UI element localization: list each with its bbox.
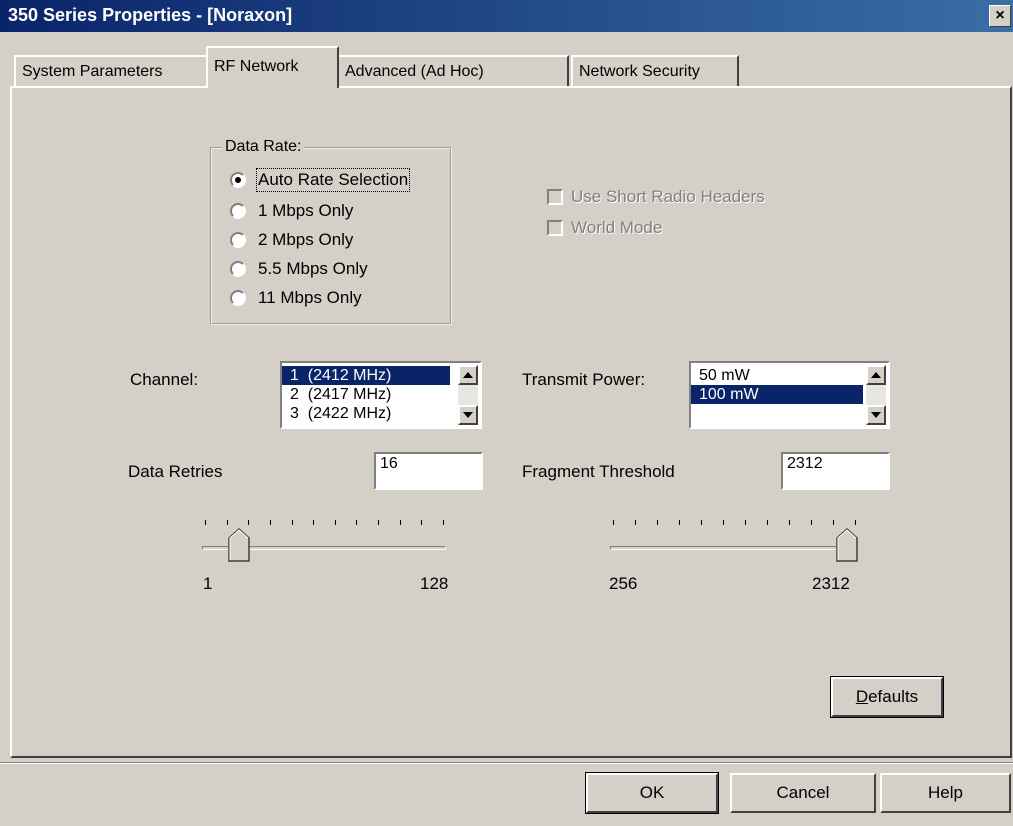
tab-label: RF Network xyxy=(214,58,299,75)
tab-rf-network[interactable]: RF Network xyxy=(206,46,339,88)
tab-label: Network Security xyxy=(579,63,700,80)
tab-label: System Parameters xyxy=(22,63,163,80)
window-title: 350 Series Properties - [Noraxon] xyxy=(8,5,293,25)
tab-advanced-ad-hoc[interactable]: Advanced (Ad Hoc) xyxy=(337,55,569,87)
tab-label: Advanced (Ad Hoc) xyxy=(345,63,484,80)
tab-panel xyxy=(10,86,1012,758)
close-button[interactable]: × xyxy=(989,5,1011,27)
tab-network-security[interactable]: Network Security xyxy=(571,55,739,87)
close-icon: × xyxy=(995,7,1005,24)
ok-button[interactable]: OK xyxy=(585,772,719,814)
tab-system-parameters[interactable]: System Parameters xyxy=(14,55,210,87)
data-rate-label: Data Rate: xyxy=(222,138,305,156)
cancel-button[interactable]: Cancel xyxy=(730,773,876,813)
help-button[interactable]: Help xyxy=(880,773,1011,813)
separator xyxy=(0,762,1013,764)
